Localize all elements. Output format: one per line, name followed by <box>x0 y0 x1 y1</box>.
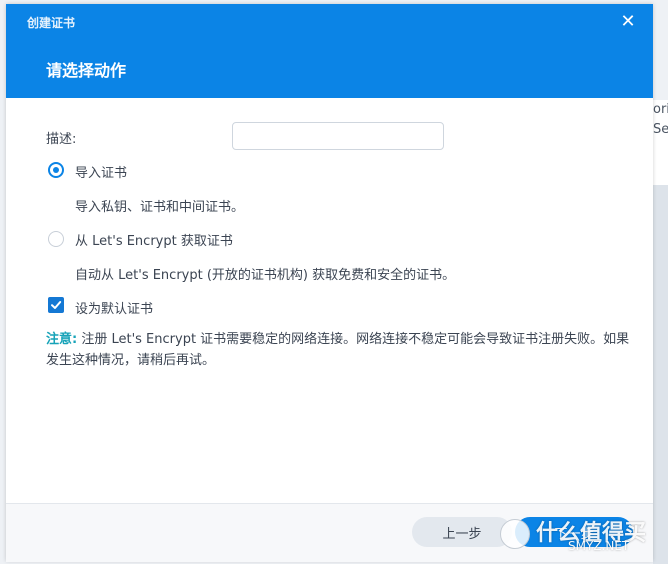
option-import-detail: 导入私钥、证书和中间证书。 <box>75 200 245 215</box>
radio-lets-encrypt[interactable] <box>48 231 64 247</box>
watermark-logo-icon <box>500 519 530 549</box>
background-line-2: Se <box>653 122 668 137</box>
background-panel <box>653 185 668 564</box>
watermark-line-2: SMYZ.NET <box>568 539 630 553</box>
description-input[interactable] <box>232 122 444 150</box>
description-label: 描述: <box>46 132 77 147</box>
background-text: ori Se <box>653 100 668 185</box>
note-body: 注册 Let's Encrypt 证书需要稳定的网络连接。网络连接不稳定可能会导… <box>46 332 630 368</box>
watermark: 什么值得买 SMYZ.NET <box>500 515 660 561</box>
dialog-header: 创建证书 ✕ 请选择动作 <box>6 4 653 98</box>
note-text: 注意: 注册 Let's Encrypt 证书需要稳定的网络连接。网络连接不稳定… <box>46 329 636 371</box>
note-label: 注意: <box>46 332 78 347</box>
create-certificate-dialog: 创建证书 ✕ 请选择动作 描述: 导入证书 导入私钥、证书和中间证书。 从 Le… <box>6 4 653 562</box>
background-line-1: ori <box>653 102 668 117</box>
default-certificate-checkbox[interactable] <box>48 297 64 313</box>
previous-button[interactable]: 上一步 <box>412 517 512 547</box>
default-certificate-label: 设为默认证书 <box>75 302 154 317</box>
step-title: 请选择动作 <box>46 61 127 80</box>
close-icon[interactable]: ✕ <box>618 12 638 32</box>
checkmark-icon <box>51 301 62 309</box>
option-lets-encrypt-detail: 自动从 Let's Encrypt (开放的证书机构) 获取免费和安全的证书。 <box>75 268 456 283</box>
option-lets-encrypt-label: 从 Let's Encrypt 获取证书 <box>75 234 233 249</box>
window-title: 创建证书 <box>27 16 76 30</box>
radio-import-certificate[interactable] <box>48 162 64 178</box>
option-import-label: 导入证书 <box>75 166 128 181</box>
